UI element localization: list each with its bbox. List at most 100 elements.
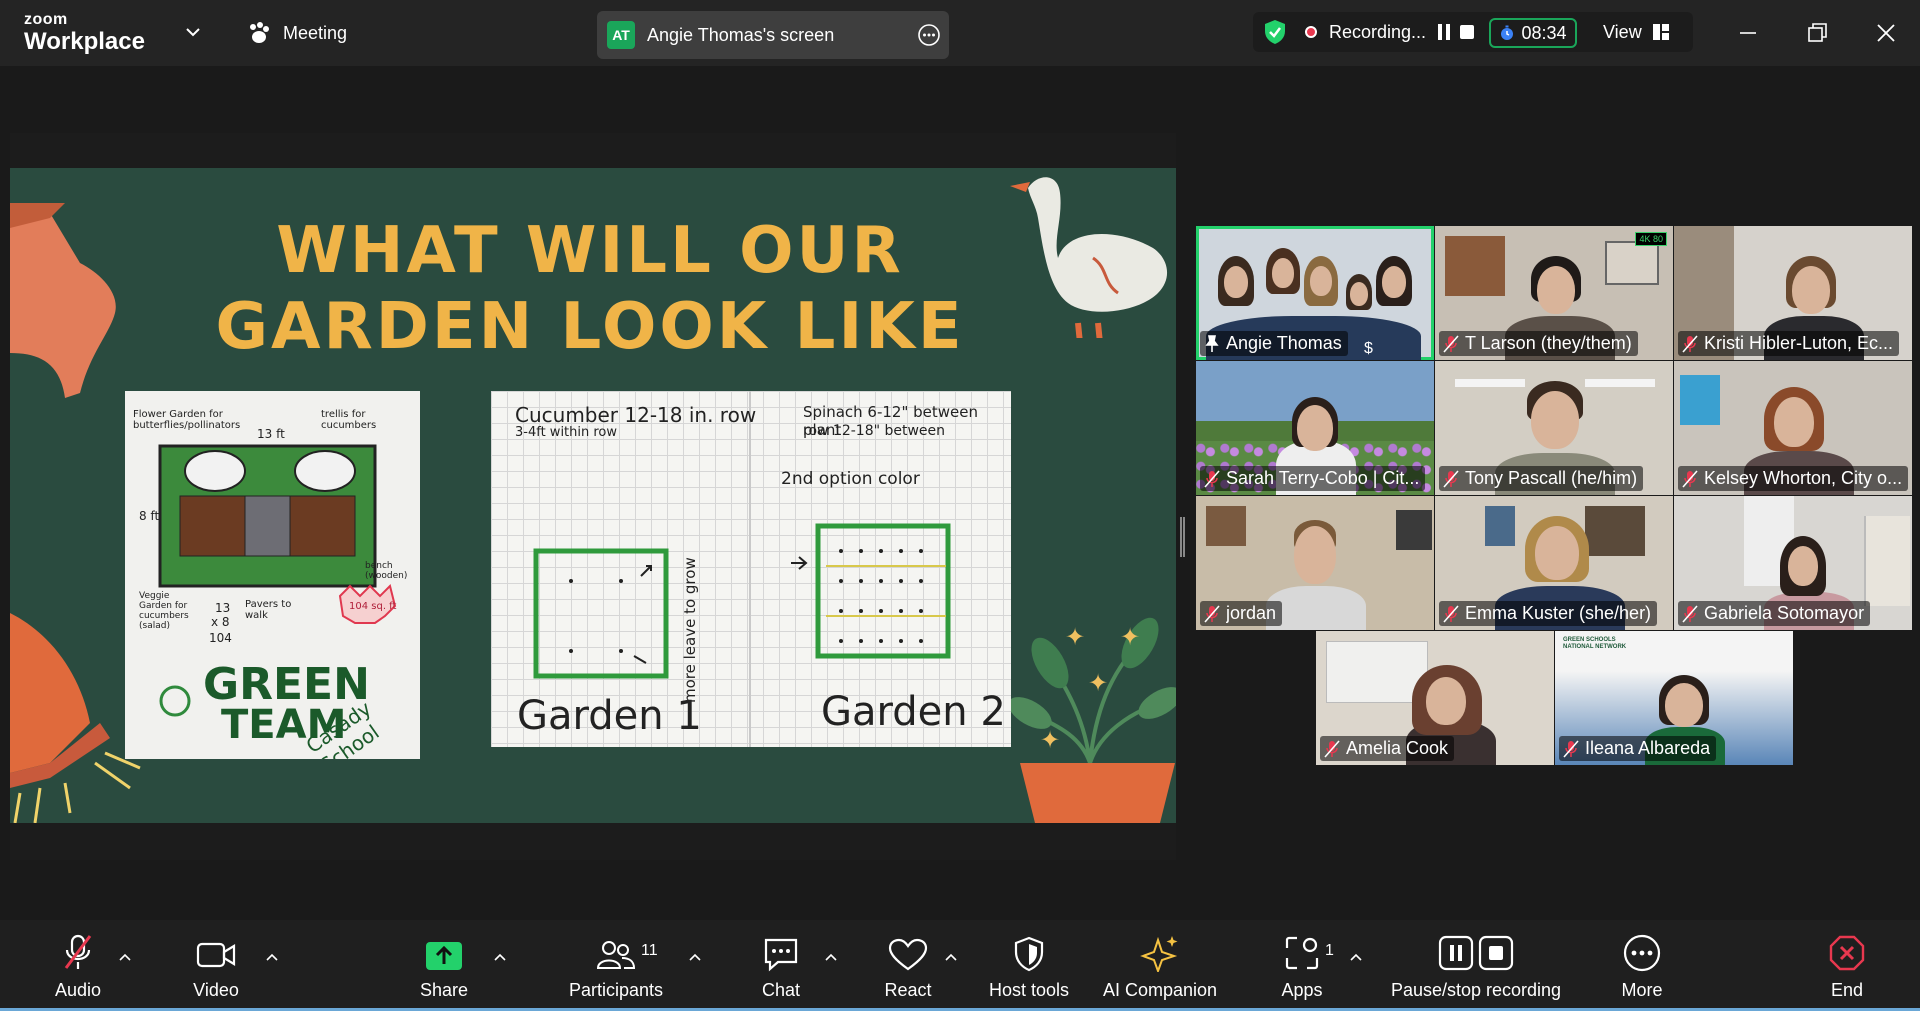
- gallery-view-icon[interactable]: [1652, 23, 1670, 41]
- participant-tile[interactable]: 4K 80 T Larson (they/them): [1435, 226, 1673, 360]
- audio-label: Audio: [54, 980, 102, 1000]
- security-shield-icon[interactable]: [1261, 18, 1289, 46]
- participant-name-text: Kelsey Whorton, City o...: [1704, 468, 1903, 488]
- restore-icon[interactable]: [1803, 19, 1831, 47]
- svg-text:✦: ✦: [1088, 670, 1108, 697]
- drawing-note: more leave to grow: [681, 557, 699, 703]
- end-meeting-icon: [1829, 935, 1865, 971]
- participant-tile[interactable]: jordan: [1196, 496, 1434, 630]
- zoom-logo: zoom Workplace: [24, 12, 145, 54]
- participant-tile[interactable]: Sarah Terry-Cobo | Cit...: [1196, 361, 1434, 495]
- participant-name-text: Tony Pascall (he/him): [1465, 468, 1638, 488]
- audio-options-chevron-icon[interactable]: [118, 952, 132, 962]
- apps-label: Apps: [1281, 980, 1323, 1000]
- participant-tile[interactable]: GREEN SCHOOLS NATIONAL NETWORK Ileana Al…: [1555, 631, 1793, 765]
- pause-stop-recording-button[interactable]: Pause/stop recording: [1381, 920, 1571, 1011]
- video-camera-icon: [196, 942, 236, 968]
- close-icon[interactable]: [1872, 19, 1900, 47]
- participant-tile[interactable]: Gabriela Sotomayor: [1674, 496, 1912, 630]
- mic-muted-icon: [1204, 469, 1220, 488]
- participant-name: Emma Kuster (she/her): [1439, 601, 1658, 626]
- participants-icon: [596, 941, 636, 969]
- participant-name-text: jordan: [1226, 603, 1277, 623]
- video-button[interactable]: Video: [186, 920, 246, 1011]
- ai-companion-button[interactable]: AI Companion: [1098, 920, 1222, 1011]
- share-button[interactable]: Share: [414, 920, 474, 1011]
- share-screen-icon: [426, 942, 462, 970]
- chat-button[interactable]: Chat: [751, 920, 811, 1011]
- shared-slide: ✦ ✦ ✦ ✦ WHAT WILL OUR GARDEN LOOK LIKE F…: [10, 168, 1176, 823]
- drawing-note: x 8: [211, 615, 230, 629]
- participant-name: Angie Thomas: [1200, 331, 1348, 356]
- more-button[interactable]: More: [1612, 920, 1672, 1011]
- screen-share-indicator[interactable]: AT Angie Thomas's screen: [597, 11, 949, 59]
- shared-screen-area: ✦ ✦ ✦ ✦ WHAT WILL OUR GARDEN LOOK LIKE F…: [10, 133, 1176, 860]
- drawing-note: 8 ft: [139, 509, 160, 523]
- meeting-label: Meeting: [283, 22, 348, 43]
- participants-button[interactable]: Participants: [560, 920, 672, 1011]
- react-label: React: [884, 980, 932, 1000]
- end-meeting-button[interactable]: End: [1817, 920, 1877, 1011]
- mic-muted-icon: [1443, 604, 1459, 623]
- participant-name-text: Amelia Cook: [1346, 738, 1449, 758]
- participant-tile[interactable]: Tony Pascall (he/him): [1435, 361, 1673, 495]
- participant-name: Amelia Cook: [1320, 736, 1455, 761]
- logo-line-2: Workplace: [24, 28, 145, 55]
- participant-name: T Larson (they/them): [1439, 331, 1638, 356]
- more-options-icon[interactable]: [917, 23, 941, 47]
- mic-muted-icon: [1443, 334, 1459, 353]
- garden-1-label: Garden 1: [517, 693, 702, 739]
- chat-options-chevron-icon[interactable]: [824, 952, 838, 962]
- goose-illustration: [1010, 177, 1168, 338]
- mic-muted-icon: [1563, 739, 1579, 758]
- pause-stop-icon: [1438, 935, 1514, 971]
- svg-text:✦: ✦: [1040, 727, 1060, 754]
- host-tools-button[interactable]: Host tools: [979, 920, 1079, 1011]
- apps-count: 1: [1325, 942, 1334, 959]
- sharer-label: Angie Thomas's screen: [647, 24, 835, 45]
- participant-name: Kristi Hibler-Luton, Ec...: [1678, 331, 1900, 356]
- stop-recording-icon[interactable]: [1460, 25, 1474, 39]
- participant-tile[interactable]: Emma Kuster (she/her): [1435, 496, 1673, 630]
- panel-resize-handle[interactable]: [1180, 517, 1185, 557]
- microphone-muted-icon: [64, 934, 92, 969]
- slide-title-line-2: GARDEN LOOK LIKE: [215, 290, 965, 364]
- react-options-chevron-icon[interactable]: [944, 952, 958, 962]
- more-label: More: [1621, 980, 1663, 1000]
- participant-tile[interactable]: Angie Thomas $: [1196, 226, 1434, 360]
- video-options-chevron-icon[interactable]: [265, 952, 279, 962]
- participant-name-text: Angie Thomas: [1226, 333, 1342, 353]
- drawing-note: 3-4ft within row: [515, 425, 618, 440]
- drawing-note: Flower Garden for butterflies/pollinator…: [133, 409, 241, 431]
- participant-tile[interactable]: Kelsey Whorton, City o...: [1674, 361, 1912, 495]
- slide-title: WHAT WILL OUR GARDEN LOOK LIKE: [210, 213, 970, 365]
- pause-recording-icon[interactable]: [1437, 24, 1451, 40]
- logo-line-1: zoom: [24, 11, 68, 28]
- meeting-info-button[interactable]: Meeting: [247, 22, 347, 44]
- share-options-chevron-icon[interactable]: [493, 952, 507, 962]
- chat-bubble-icon: [764, 938, 798, 972]
- svg-text:✦: ✦: [1120, 624, 1140, 651]
- apps-options-chevron-icon[interactable]: [1349, 952, 1363, 962]
- drawing-note: Pavers to walk: [245, 599, 292, 621]
- minimize-icon[interactable]: [1734, 19, 1762, 47]
- svg-text:✦: ✦: [1065, 624, 1085, 651]
- drawing-note: 104: [209, 631, 232, 645]
- react-button[interactable]: React: [878, 920, 938, 1011]
- participants-options-chevron-icon[interactable]: [688, 952, 702, 962]
- chevron-down-icon[interactable]: [183, 22, 203, 42]
- audio-button[interactable]: Audio: [48, 920, 108, 1011]
- participant-tile[interactable]: Amelia Cook: [1316, 631, 1554, 765]
- view-button[interactable]: View: [1603, 22, 1642, 43]
- drawing-note: bench (wooden): [365, 561, 408, 581]
- ai-companion-label: AI Companion: [1102, 980, 1218, 1000]
- apps-button[interactable]: Apps: [1272, 920, 1332, 1011]
- meeting-timer[interactable]: 08:34: [1489, 18, 1577, 48]
- participant-tile[interactable]: Kristi Hibler-Luton, Ec...: [1674, 226, 1912, 360]
- participant-name-text: Kristi Hibler-Luton, Ec...: [1704, 333, 1894, 353]
- drawing-note: row 12-18" between: [803, 423, 946, 439]
- timer-value: 08:34: [1521, 22, 1567, 43]
- mic-muted-icon: [1443, 469, 1459, 488]
- mic-muted-icon: [1682, 604, 1698, 623]
- heart-icon: [888, 938, 928, 971]
